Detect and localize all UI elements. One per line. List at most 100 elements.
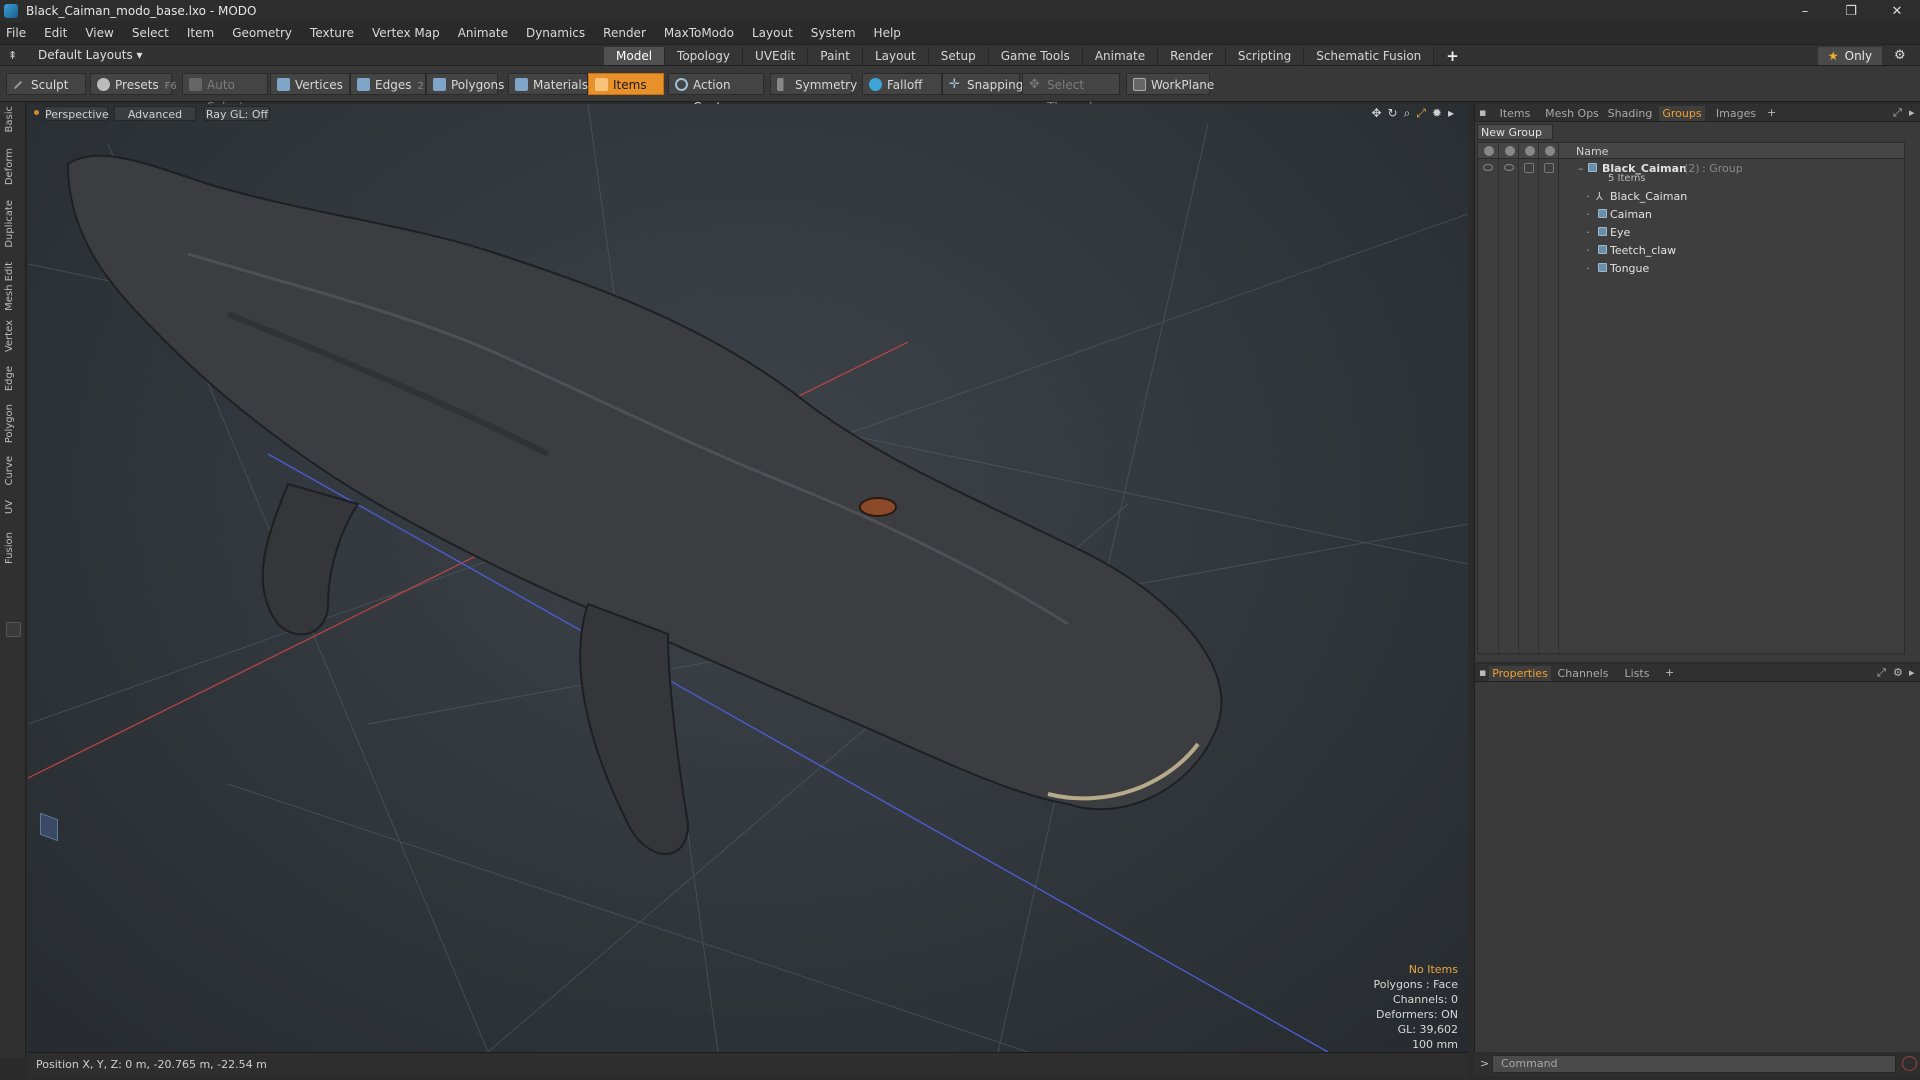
select-checkbox[interactable] bbox=[1544, 163, 1554, 173]
name-column-header[interactable]: Name bbox=[1576, 145, 1608, 158]
add-panel-tab-icon[interactable]: + bbox=[1665, 666, 1674, 679]
raygl-dropdown[interactable]: Ray GL: Off bbox=[204, 106, 270, 121]
restore-button[interactable]: ❐ bbox=[1828, 0, 1874, 22]
vtab-uv[interactable]: UV bbox=[4, 500, 22, 514]
edges-button[interactable]: Edges 2 bbox=[350, 73, 426, 95]
tree-row-group[interactable]: – Black_Caiman (2) : Group 5 Items bbox=[1478, 159, 1904, 185]
tab-layout[interactable]: Layout bbox=[862, 47, 929, 65]
add-tab-button[interactable]: + bbox=[1434, 47, 1471, 65]
presets-button[interactable]: Presets F6 bbox=[90, 73, 177, 95]
command-history-icon[interactable] bbox=[1902, 1056, 1917, 1071]
panel-menu-icon[interactable]: ▪ bbox=[1479, 106, 1486, 119]
viewport-menu-icon[interactable] bbox=[34, 110, 39, 115]
rotate-icon[interactable]: ↻ bbox=[1388, 106, 1398, 121]
vtab-deform[interactable]: Deform bbox=[4, 148, 22, 185]
menu-maxtomodo[interactable]: MaxToModo bbox=[664, 26, 734, 40]
tab-uvedit[interactable]: UVEdit bbox=[743, 47, 809, 65]
tree-row-item[interactable]: · Tongue bbox=[1478, 259, 1904, 277]
command-input[interactable]: Command bbox=[1492, 1055, 1896, 1073]
lock-checkbox[interactable] bbox=[1524, 163, 1534, 173]
panel-arrow-icon[interactable]: ▸ bbox=[1909, 666, 1915, 679]
menu-geometry[interactable]: Geometry bbox=[232, 26, 292, 40]
tab-channels[interactable]: Channels bbox=[1555, 666, 1611, 681]
pan-icon[interactable]: ✥ bbox=[1371, 106, 1381, 121]
action-center-button[interactable]: Action Center bbox=[668, 73, 764, 114]
menu-vertex-map[interactable]: Vertex Map bbox=[372, 26, 440, 40]
select-through-button[interactable]: ✥ Select Through bbox=[1022, 73, 1120, 114]
panel-gear-icon[interactable]: ⚙ bbox=[1893, 666, 1903, 679]
menu-dynamics[interactable]: Dynamics bbox=[526, 26, 585, 40]
vtab-curve[interactable]: Curve bbox=[4, 456, 22, 486]
menu-layout[interactable]: Layout bbox=[752, 26, 793, 40]
workplane-button[interactable]: WorkPlane bbox=[1126, 73, 1214, 95]
view-type-dropdown[interactable]: Perspective bbox=[44, 106, 109, 121]
auto-select-button[interactable]: Auto Select bbox=[182, 73, 268, 114]
vtab-basic[interactable]: Basic bbox=[4, 106, 22, 132]
tab-render[interactable]: Render bbox=[1158, 47, 1226, 65]
tab-animate[interactable]: Animate bbox=[1082, 47, 1159, 65]
expand-arrow-icon[interactable]: ▸ bbox=[1448, 106, 1454, 121]
polygons-button[interactable]: Polygons bbox=[426, 73, 504, 95]
vtab-vertex[interactable]: Vertex bbox=[4, 320, 22, 352]
tab-lists[interactable]: Lists bbox=[1617, 666, 1657, 681]
tab-setup[interactable]: Setup bbox=[928, 47, 989, 65]
shading-dropdown[interactable]: Advanced bbox=[114, 106, 196, 121]
tree-row-item[interactable]: · Eye bbox=[1478, 223, 1904, 241]
symmetry-button[interactable]: Symmetry bbox=[770, 73, 857, 95]
tab-paint[interactable]: Paint bbox=[808, 47, 863, 65]
tab-model[interactable]: Model bbox=[604, 47, 666, 65]
menu-animate[interactable]: Animate bbox=[458, 26, 508, 40]
tab-game-tools[interactable]: Game Tools bbox=[988, 47, 1083, 65]
menu-view[interactable]: View bbox=[85, 26, 113, 40]
close-button[interactable]: ✕ bbox=[1874, 0, 1920, 22]
menu-render[interactable]: Render bbox=[603, 26, 646, 40]
maximize-icon[interactable]: ⤢ bbox=[1416, 106, 1426, 121]
items-button[interactable]: Items bbox=[588, 73, 664, 95]
panel-toggle-icon[interactable] bbox=[6, 622, 21, 637]
tab-schematic-fusion[interactable]: Schematic Fusion bbox=[1304, 47, 1435, 65]
tree-row-item[interactable]: · ⅄ Black_Caiman bbox=[1478, 187, 1904, 205]
only-button[interactable]: ★ Only bbox=[1818, 47, 1882, 65]
tab-mesh-ops[interactable]: Mesh Ops bbox=[1543, 106, 1601, 121]
collapse-arrow-icon[interactable]: – bbox=[1578, 162, 1584, 175]
vtab-duplicate[interactable]: Duplicate bbox=[4, 200, 22, 248]
render-eye-icon[interactable] bbox=[1504, 164, 1514, 171]
gear-icon[interactable]: ⚙ bbox=[1894, 48, 1906, 63]
menu-edit[interactable]: Edit bbox=[44, 26, 67, 40]
3d-viewport[interactable]: Perspective Advanced Ray GL: Off ✥ ↻ ⌕ ⤢… bbox=[28, 104, 1468, 1052]
panel-expand-icon[interactable]: ⤢ bbox=[1877, 666, 1886, 680]
visibility-column-icon[interactable] bbox=[1484, 146, 1494, 156]
tab-scripting[interactable]: Scripting bbox=[1225, 47, 1305, 65]
viewport-settings-icon[interactable]: ✹ bbox=[1432, 106, 1442, 121]
panel-arrow-icon[interactable]: ▸ bbox=[1909, 106, 1915, 119]
vertices-button[interactable]: Vertices1 bbox=[270, 73, 355, 95]
tree-row-item[interactable]: · Teetch_claw bbox=[1478, 241, 1904, 259]
new-group-button[interactable]: New Group bbox=[1477, 124, 1553, 140]
tree-row-item[interactable]: · Caiman bbox=[1478, 205, 1904, 223]
materials-button[interactable]: Materials bbox=[508, 73, 588, 95]
eye-icon[interactable] bbox=[1483, 164, 1493, 171]
menu-file[interactable]: File bbox=[6, 26, 26, 40]
menu-item[interactable]: Item bbox=[187, 26, 214, 40]
tab-groups[interactable]: Groups bbox=[1659, 106, 1705, 121]
tab-topology[interactable]: Topology bbox=[665, 47, 744, 65]
panel-expand-icon[interactable]: ⤢ bbox=[1893, 106, 1902, 120]
tab-shading[interactable]: Shading bbox=[1605, 106, 1655, 121]
add-panel-tab-icon[interactable]: + bbox=[1767, 106, 1776, 119]
menu-help[interactable]: Help bbox=[874, 26, 901, 40]
render-column-icon[interactable] bbox=[1505, 146, 1515, 156]
vtab-fusion[interactable]: Fusion bbox=[4, 532, 22, 564]
panel-menu-icon[interactable]: ▪ bbox=[1479, 666, 1486, 679]
sculpt-button[interactable]: Sculpt bbox=[6, 73, 86, 95]
menu-system[interactable]: System bbox=[811, 26, 856, 40]
zoom-icon[interactable]: ⌕ bbox=[1404, 106, 1411, 121]
layout-collapse-icon[interactable]: ⇞ bbox=[8, 49, 20, 62]
vtab-mesh-edit[interactable]: Mesh Edit bbox=[4, 262, 22, 311]
minimize-button[interactable]: – bbox=[1782, 0, 1828, 22]
vtab-edge[interactable]: Edge bbox=[4, 366, 22, 391]
select-column-icon[interactable] bbox=[1545, 146, 1555, 156]
falloff-button[interactable]: Falloff bbox=[862, 73, 942, 95]
tab-properties[interactable]: Properties bbox=[1489, 666, 1551, 681]
menu-texture[interactable]: Texture bbox=[310, 26, 354, 40]
menu-select[interactable]: Select bbox=[132, 26, 169, 40]
